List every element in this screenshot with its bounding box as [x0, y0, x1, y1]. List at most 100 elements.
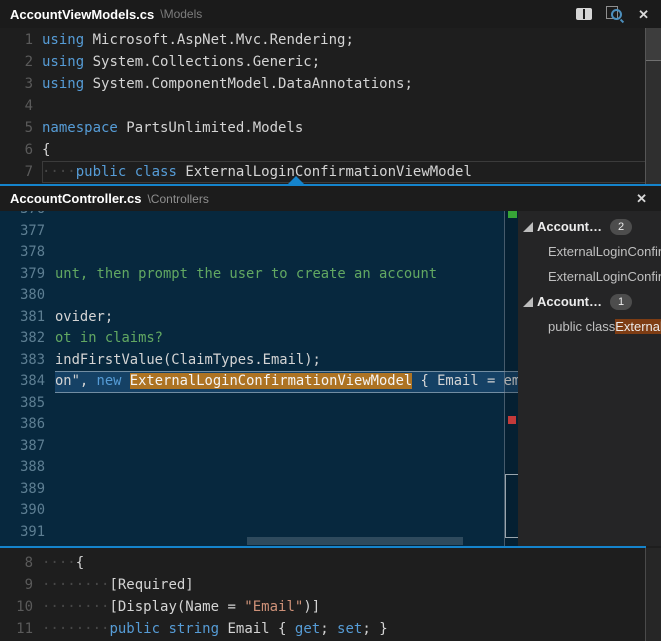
code-segment: [121, 373, 129, 389]
code-segment: { Email = emai: [412, 373, 518, 389]
code-line[interactable]: 386: [0, 414, 504, 436]
line-number: 379: [0, 264, 45, 286]
code-line[interactable]: 382ot in claims?: [0, 328, 504, 350]
code-line[interactable]: 384on", new ExternalLoginConfirmationVie…: [0, 371, 504, 393]
code-segment: ········: [42, 621, 109, 637]
code-line[interactable]: 9········[Required]: [0, 574, 646, 596]
code-segment: "Email": [244, 599, 303, 615]
line-number: 381: [0, 307, 45, 329]
peek-title-bar: AccountController.cs \Controllers ✕: [0, 186, 661, 211]
code-segment: string: [168, 621, 219, 637]
code-text: [55, 500, 504, 522]
results-reference-row[interactable]: ExternalLoginConfirmationViewModel: [518, 239, 661, 264]
code-line[interactable]: 388: [0, 457, 504, 479]
peek-results-tree: Account…2ExternalLoginConfirmationViewMo…: [518, 211, 661, 546]
code-text: ····public class ExternalLoginConfirmati…: [42, 161, 646, 183]
line-number: 376: [0, 211, 45, 221]
peek-vscrollbar-thumb[interactable]: [505, 474, 519, 538]
code-segment: ;: [320, 621, 337, 637]
twistie-expanded-icon[interactable]: [523, 297, 533, 307]
code-segment: namespace: [42, 120, 118, 136]
code-line[interactable]: 377: [0, 221, 504, 243]
line-number: 378: [0, 242, 45, 264]
code-line[interactable]: 1 using Microsoft.AspNet.Mvc.Rendering;: [0, 29, 646, 51]
bottom-editor[interactable]: 8····{9········[Required]10········[Disp…: [0, 548, 646, 641]
line-number: 2: [0, 51, 33, 73]
results-reference-row[interactable]: public class ExternalLoginConfirmationVi…: [518, 314, 661, 339]
line-number: 384: [0, 371, 45, 393]
code-line[interactable]: 379 unt, then prompt the user to create a…: [0, 264, 504, 286]
code-line[interactable]: 378: [0, 242, 504, 264]
results-file-row[interactable]: Account…1: [518, 289, 661, 314]
close-editor-icon[interactable]: ✕: [638, 8, 649, 21]
code-line[interactable]: 10········[Display(Name = "Email")]: [0, 596, 646, 618]
code-segment: ExternalLoginConfirmationViewModel: [177, 164, 472, 180]
code-text: [55, 221, 504, 243]
code-line[interactable]: 381ovider;: [0, 307, 504, 329]
code-segment: get: [295, 621, 320, 637]
line-number: 1: [0, 29, 33, 51]
code-text: [42, 95, 646, 117]
code-segment: [126, 164, 134, 180]
peek-editor[interactable]: 376377378379 unt, then prompt the user to…: [0, 211, 518, 546]
results-reference-row[interactable]: ExternalLoginConfirmationViewModel: [518, 264, 661, 289]
line-number: 390: [0, 500, 45, 522]
code-segment: )]: [303, 599, 320, 615]
code-line[interactable]: 6{: [0, 139, 646, 161]
scrollbar-thumb[interactable]: [646, 28, 661, 61]
code-segment: System.ComponentModel.DataAnnotations;: [84, 76, 413, 92]
split-editor-icon[interactable]: [576, 8, 592, 20]
code-line[interactable]: 376: [0, 211, 504, 221]
code-segment: System.Collections.Generic;: [84, 54, 320, 70]
code-line[interactable]: 11········public string Email { get; set…: [0, 618, 646, 640]
code-text: [55, 242, 504, 264]
code-segment: ot in claims?: [55, 330, 163, 346]
line-number: 387: [0, 436, 45, 458]
reference-snippet-text: public class: [548, 319, 615, 334]
line-number: 389: [0, 479, 45, 501]
code-text: ········[Display(Name = "Email")]: [42, 596, 646, 618]
code-text: ····{: [42, 552, 646, 574]
code-line[interactable]: 8····{: [0, 552, 646, 574]
code-line[interactable]: 4: [0, 95, 646, 117]
code-line[interactable]: 389: [0, 479, 504, 501]
peek-file-path: \Controllers: [147, 192, 208, 206]
code-line[interactable]: 390: [0, 500, 504, 522]
peek-close-icon[interactable]: ✕: [636, 192, 647, 205]
results-file-row[interactable]: Account…2: [518, 214, 661, 239]
code-line[interactable]: 383indFirstValue(ClaimTypes.Email);: [0, 350, 504, 372]
reference-count-badge: 2: [610, 219, 632, 235]
code-line[interactable]: 5namespace PartsUnlimited.Models: [0, 117, 646, 139]
code-text: ········public string Email { get; set; …: [42, 618, 646, 640]
peek-file-name: AccountController.cs: [10, 191, 141, 206]
top-editor[interactable]: 1 using Microsoft.AspNet.Mvc.Rendering; 2u…: [0, 28, 646, 185]
code-segment: using: [42, 32, 84, 48]
code-line[interactable]: 7 ····public class ExternalLoginConfirmat…: [0, 161, 646, 183]
code-segment: on",: [55, 373, 97, 389]
code-text: unt, then prompt the user to create an a…: [55, 264, 504, 286]
code-line[interactable]: 2 using System.Collections.Generic;: [0, 51, 646, 73]
ruler-error-marker: [508, 416, 516, 424]
code-line[interactable]: 385: [0, 393, 504, 415]
code-segment: set: [337, 621, 362, 637]
line-number: 4: [0, 95, 33, 117]
top-editor-scrollbar[interactable]: [645, 28, 661, 184]
peek-overview-ruler[interactable]: [504, 211, 518, 546]
twistie-expanded-icon[interactable]: [523, 222, 533, 232]
code-text: [55, 436, 504, 458]
line-number: 7: [0, 161, 33, 183]
peek-hscrollbar-thumb[interactable]: [247, 537, 463, 545]
preview-search-icon[interactable]: [606, 6, 624, 22]
code-line[interactable]: 3using System.ComponentModel.DataAnnotat…: [0, 73, 646, 95]
line-number: 377: [0, 221, 45, 243]
editor-title-bar: AccountViewModels.cs \Models ✕: [0, 0, 661, 28]
bottom-editor-scrollbar[interactable]: [645, 548, 661, 641]
code-line[interactable]: 387: [0, 436, 504, 458]
code-segment: Microsoft.AspNet.Mvc.Rendering;: [84, 32, 354, 48]
code-segment: using: [42, 76, 84, 92]
code-line[interactable]: 380: [0, 285, 504, 307]
code-segment: using: [42, 54, 84, 70]
code-segment: Email {: [219, 621, 295, 637]
active-file-path: \Models: [160, 7, 202, 21]
code-segment: public: [109, 621, 160, 637]
